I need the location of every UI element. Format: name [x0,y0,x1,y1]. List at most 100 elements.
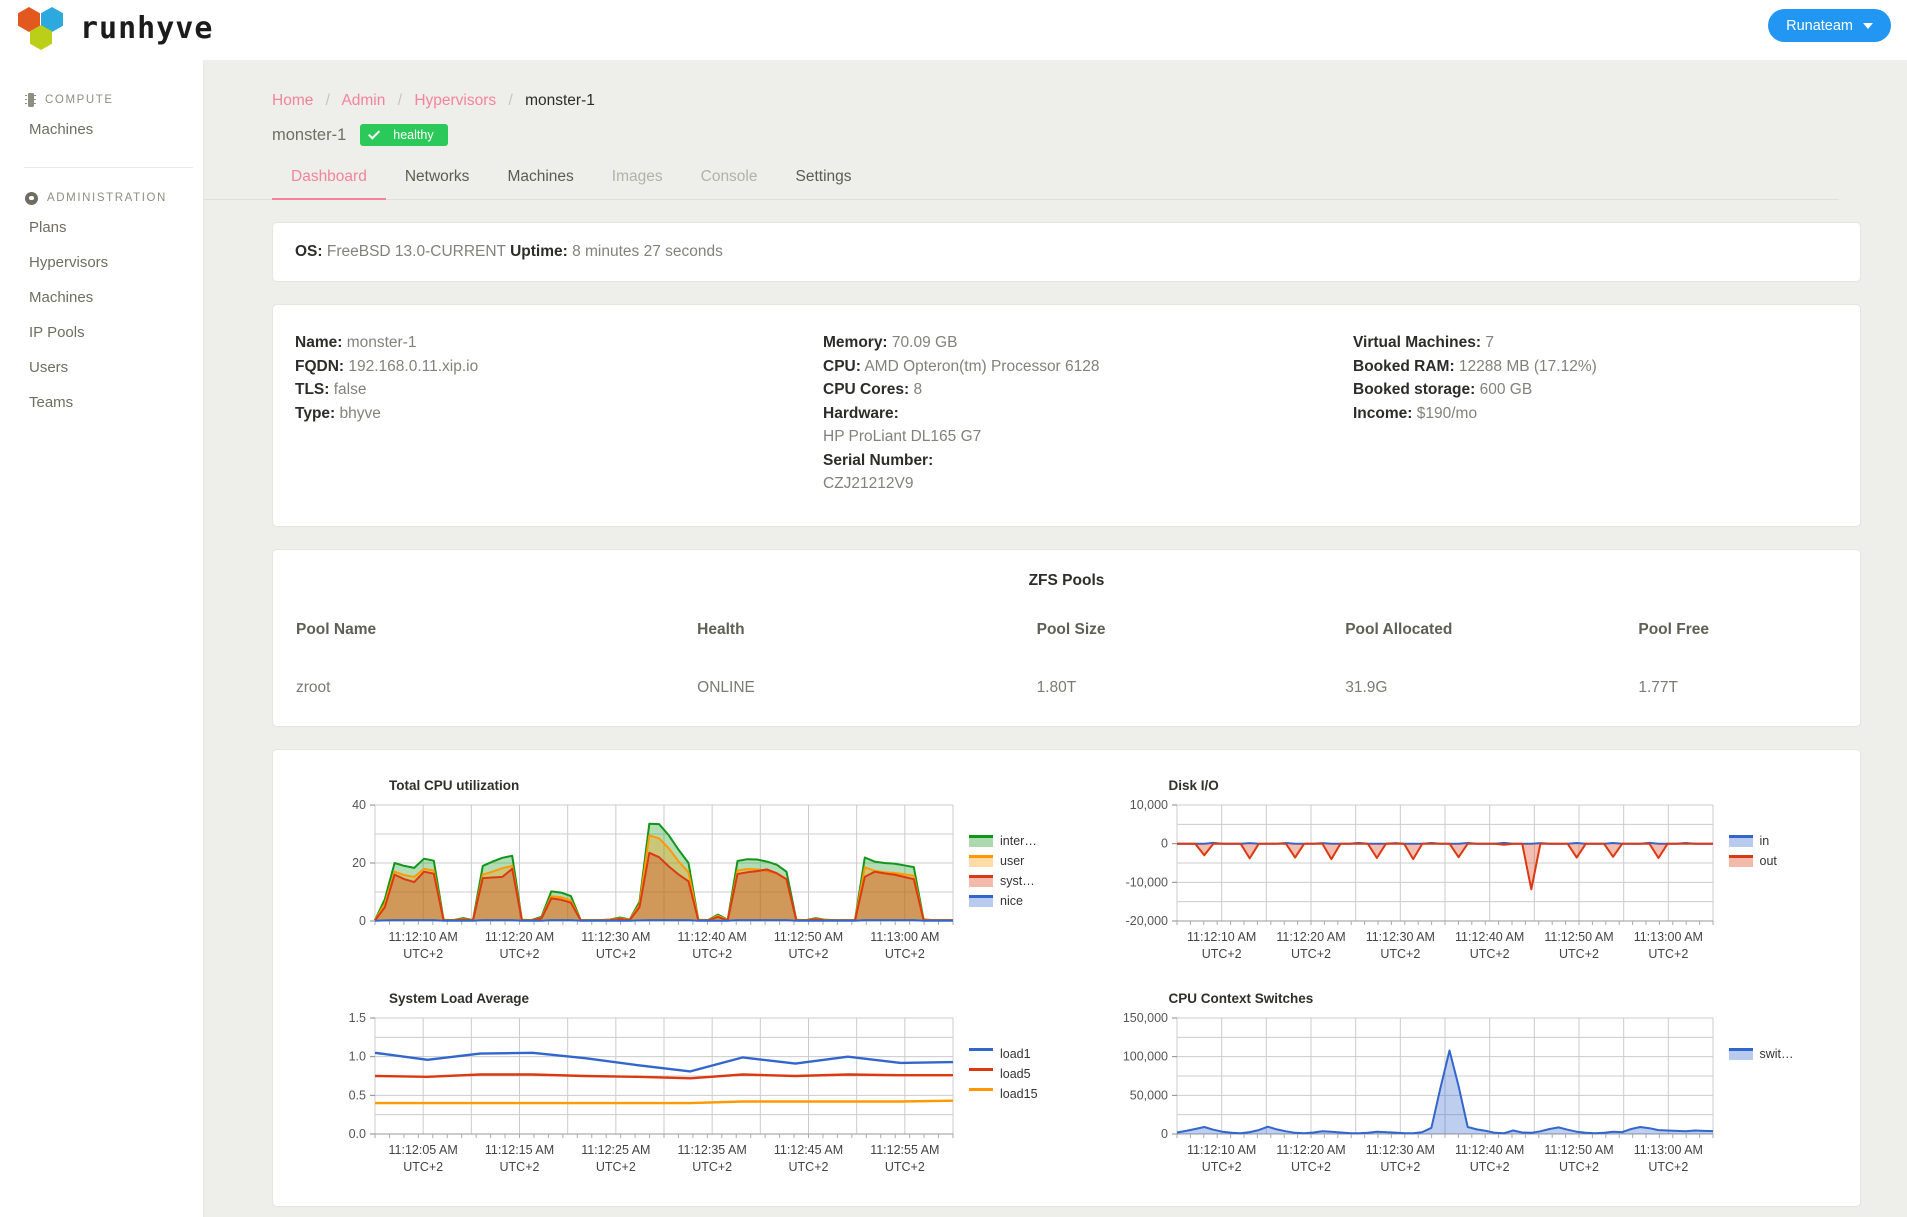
page-title-row: monster-1 healthy [204,110,1907,146]
breadcrumb-item-hypervisors[interactable]: Hypervisors [414,92,496,109]
table-header-row: Pool Name Health Pool Size Pool Allocate… [295,620,1838,657]
breadcrumb-item-home[interactable]: Home [272,92,313,109]
tab-settings[interactable]: Settings [777,168,871,199]
sidebar-item-users[interactable]: Users [0,350,203,385]
tab-console[interactable]: Console [682,168,777,199]
chart-disk-io[interactable]: Disk I/O -20,000 -10,000 0 10,000 11:12:10 A… [1067,760,1847,973]
legend-item[interactable]: user [969,851,1037,871]
legend-swatch [969,894,993,907]
sidebar-item-hypervisors[interactable]: Hypervisors [0,245,203,280]
legend-swatch [1728,1047,1753,1060]
svg-text:UTC+2: UTC+2 [403,947,443,961]
svg-text:11:12:50 AM: 11:12:50 AM [774,930,843,944]
legend-label: in [1759,833,1770,848]
team-switcher-button[interactable]: Runateam [1768,9,1891,42]
info-label: Virtual Machines: [1353,334,1482,351]
chart-legend[interactable]: swit… [1728,1010,1794,1182]
page-title: monster-1 [272,125,347,144]
legend-label: load5 [1000,1066,1031,1081]
chart-total-cpu-utilization[interactable]: Total CPU utilization 0 20 40 11:12:10 AM UT… [287,760,1067,973]
svg-text:-20,000: -20,000 [1125,914,1167,928]
info-value: $190/mo [1416,404,1478,422]
info-label: Booked RAM: [1353,357,1455,375]
svg-text:UTC+2: UTC+2 [885,947,925,961]
svg-text:11:12:05 AM: 11:12:05 AM [389,1143,458,1157]
sidebar-group-compute-label: COMPUTE [45,94,114,106]
svg-text:11:12:20 AM: 11:12:20 AM [1276,1143,1345,1157]
app-logo[interactable]: runhyve [16,6,213,50]
tab-dashboard[interactable]: Dashboard [272,168,386,200]
legend-item[interactable]: in [1728,831,1777,851]
check-icon [368,127,381,140]
runhyve-hex-logo-icon [16,6,70,50]
chart-cpu-context-switches[interactable]: CPU Context Switches 0 50,000 100,000 150,0… [1067,973,1847,1186]
svg-text:UTC+2: UTC+2 [1469,1160,1509,1174]
svg-text:0: 0 [1161,836,1168,850]
tab-machines[interactable]: Machines [488,168,592,199]
svg-text:100,000: 100,000 [1122,1049,1167,1063]
tab-images[interactable]: Images [593,168,682,199]
sidebar-item-teams[interactable]: Teams [0,385,203,420]
legend-label: out [1759,853,1777,868]
svg-text:UTC+2: UTC+2 [1648,947,1688,961]
svg-text:11:12:20 AM: 11:12:20 AM [1276,930,1345,944]
info-row: Memory: 70.09 GB [823,331,1353,355]
breadcrumb-item-admin[interactable]: Admin [341,92,385,109]
chart-legend[interactable]: in out [1728,797,1777,969]
svg-text:11:12:30 AM: 11:12:30 AM [1365,930,1434,944]
legend-swatch [969,874,993,887]
legend-item[interactable]: nice [969,891,1037,911]
svg-text:11:13:00 AM: 11:13:00 AM [1633,1143,1702,1157]
info-value: 8 [913,381,923,398]
legend-item[interactable]: out [1728,851,1777,871]
chart-system-load-average[interactable]: System Load Average 0.0 0.5 1.0 1.5 11:12:05… [287,973,1067,1186]
svg-text:UTC+2: UTC+2 [885,1160,925,1174]
chart-title: CPU Context Switches [1168,990,1314,1006]
sidebar-item-plans[interactable]: Plans [0,210,203,245]
legend-swatch [1728,834,1753,847]
legend-label: nice [1000,893,1023,908]
sidebar-item-ip-pools[interactable]: IP Pools [0,315,203,350]
legend-item[interactable]: load1 [969,1044,1038,1064]
svg-text:UTC+2: UTC+2 [596,947,636,961]
column-header-pool-size: Pool Size [1036,620,1106,638]
info-value: 192.168.0.11.xip.io [348,357,479,375]
chart-legend[interactable]: load1 load5 load15 [969,1010,1038,1182]
logo-text: runhyve [80,10,214,46]
info-row: CPU Cores: 8 [823,378,1353,402]
info-value: AMD Opteron(tm) Processor 6128 [864,357,1100,375]
svg-text:11:12:50 AM: 11:12:50 AM [1544,930,1613,944]
svg-text:0: 0 [1161,1127,1168,1141]
legend-item[interactable]: swit… [1728,1044,1794,1064]
legend-label: load15 [1000,1086,1038,1101]
legend-item[interactable]: load5 [969,1064,1038,1084]
breadcrumb-separator: / [397,92,402,109]
svg-text:20: 20 [352,856,366,870]
chart-legend[interactable]: inter… user syst… nice [969,797,1037,969]
uptime-value: 8 minutes 27 seconds [572,243,723,260]
svg-text:UTC+2: UTC+2 [403,1160,443,1174]
os-label: OS: [295,243,323,260]
legend-item[interactable]: syst… [969,871,1037,891]
main-content: Home / Admin / Hypervisors / monster-1 m… [204,60,1907,1217]
legend-item[interactable]: load15 [969,1084,1038,1104]
svg-text:1.5: 1.5 [349,1011,366,1025]
info-column-identity: Name: monster-1 FQDN: 192.168.0.11.xip.i… [295,331,823,496]
legend-swatch [969,1067,993,1080]
chip-icon [25,93,36,107]
info-row: CPU: AMD Opteron(tm) Processor 6128 [823,355,1353,379]
chart-plot-area: 0.0 0.5 1.0 1.5 11:12:05 AM UTC+2 11:12:15 AM U… [305,1010,965,1182]
sidebar-item-machines-admin[interactable]: Machines [0,280,203,315]
tab-networks[interactable]: Networks [386,168,489,199]
sidebar-item-machines-compute[interactable]: Machines [0,112,203,147]
zfs-pools-card: ZFS Pools Pool Name Health Pool Size Poo… [272,548,1861,727]
legend-item[interactable]: inter… [969,831,1037,851]
svg-text:11:13:00 AM: 11:13:00 AM [870,930,939,944]
svg-text:50,000: 50,000 [1129,1088,1167,1102]
info-row: HP ProLiant DL165 G7 [823,425,1353,449]
svg-text:11:12:35 AM: 11:12:35 AM [678,1143,747,1157]
info-column-allocation: Virtual Machines: 7 Booked RAM: 12288 MB… [1353,331,1753,496]
svg-text:0: 0 [359,914,366,928]
info-label: CPU: [823,357,861,375]
zfs-pools-title: ZFS Pools [1028,571,1105,589]
